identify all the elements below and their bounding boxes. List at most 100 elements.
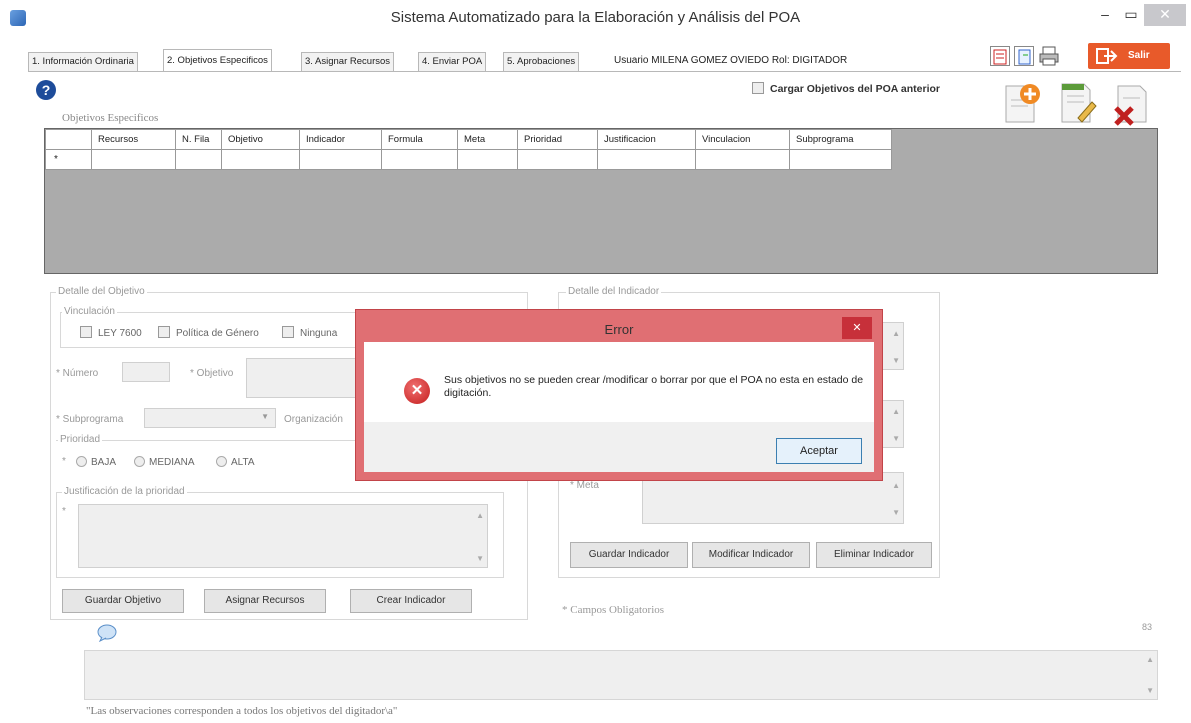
numero-field[interactable] [122,362,170,382]
dialog-title-bar: Error ✕ [364,317,874,342]
numero-label: * Número [56,368,99,379]
title-bar: Sistema Automatizado para la Elaboración… [0,0,1191,40]
grid-cell[interactable] [91,149,176,170]
exit-label: Salir [1128,50,1150,61]
meta-label: * Meta [570,480,599,491]
error-icon: ✕ [404,378,430,404]
minimize-button[interactable]: – [1092,4,1118,26]
subprograma-select[interactable]: ▼ [144,408,276,428]
grid-cell[interactable] [175,149,222,170]
radio-circle[interactable] [216,456,227,467]
scroll-up-icon[interactable]: ▲ [476,511,484,520]
grid-cell[interactable] [517,149,598,170]
radio-alta[interactable]: ALTA [216,456,255,468]
print-icon[interactable] [1038,46,1059,66]
scroll-down-icon[interactable]: ▼ [476,554,484,563]
scroll-down-icon[interactable]: ▼ [892,356,900,365]
save-indicator-button[interactable]: Guardar Indicador [570,542,688,568]
checkbox-box[interactable] [282,326,294,338]
window-close-button[interactable]: ✕ [1144,4,1186,26]
add-document-icon[interactable] [1000,80,1042,126]
observations-textarea[interactable]: ▲ ▼ [84,650,1158,700]
checkbox-box[interactable] [752,82,764,94]
scroll-up-icon[interactable]: ▲ [892,481,900,490]
justificacion-caption: Justificación de la prioridad [62,486,187,497]
error-dialog: Error ✕ ✕ Sus objetivos no se pueden cre… [356,310,882,480]
tab-aprobaciones[interactable]: 5. Aprobaciones [503,52,580,72]
chevron-down-icon: ▼ [261,412,269,421]
load-previous-checkbox[interactable]: Cargar Objetivos del POA anterior [752,82,940,95]
col-header-formula[interactable]: Formula [381,129,458,150]
save-objective-button[interactable]: Guardar Objetivo [62,589,184,613]
export-icon[interactable] [1014,46,1034,66]
observations-note: "Las observaciones corresponden a todos … [86,705,398,717]
report-icon[interactable] [990,46,1010,66]
col-header-meta[interactable]: Meta [457,129,518,150]
col-header-indicador[interactable]: Indicador [299,129,382,150]
comment-icon[interactable] [96,624,118,643]
modify-indicator-button[interactable]: Modificar Indicador [692,542,810,568]
window-title: Sistema Automatizado para la Elaboración… [390,9,801,26]
dialog-close-button[interactable]: ✕ [842,317,872,339]
checkbox-box[interactable] [158,326,170,338]
prioridad-required-mark: * [62,456,66,467]
user-info: Usuario MILENA GOMEZ OVIEDO Rol: DIGITAD… [614,55,848,66]
prioridad-caption: Prioridad [58,434,103,445]
grid-cell[interactable] [381,149,458,170]
check-ley-7600-label: LEY 7600 [98,328,142,339]
radio-circle[interactable] [76,456,87,467]
accept-button[interactable]: Aceptar [776,438,862,464]
grid-cell[interactable] [457,149,518,170]
scroll-down-icon[interactable]: ▼ [892,434,900,443]
radio-circle[interactable] [134,456,145,467]
tab-informacion-ordinaria[interactable]: 1. Información Ordinaria [28,52,138,72]
grid-cell[interactable] [695,149,790,170]
exit-button[interactable]: Salir [1088,43,1170,69]
scroll-down-icon[interactable]: ▼ [1146,686,1154,695]
assign-resources-button[interactable]: Asignar Recursos [204,589,326,613]
checkbox-box[interactable] [80,326,92,338]
scroll-up-icon[interactable]: ▲ [1146,655,1154,664]
scroll-down-icon[interactable]: ▼ [892,508,900,517]
objetivo-field[interactable] [246,358,358,398]
col-header-n-fila[interactable]: N. Fila [175,129,222,150]
col-header-subprograma[interactable]: Subprograma [789,129,892,150]
tab-objetivos-especificos[interactable]: 2. Objetivos Especificos [163,49,272,72]
help-icon[interactable]: ? [36,80,56,100]
delete-document-icon[interactable] [1110,80,1152,126]
grid-cell[interactable] [597,149,696,170]
justificacion-textarea[interactable]: ▲ ▼ [78,504,488,568]
create-indicator-button[interactable]: Crear Indicador [350,589,472,613]
col-header-prioridad[interactable]: Prioridad [517,129,598,150]
radio-mediana[interactable]: MEDIANA [134,456,195,468]
col-header-objetivo[interactable]: Objetivo [221,129,300,150]
maximize-button[interactable]: ▭ [1118,4,1144,26]
check-ley-7600[interactable]: LEY 7600 [80,326,142,339]
check-ninguna-label: Ninguna [300,328,338,339]
tab-enviar-poa[interactable]: 4. Enviar POA [418,52,487,72]
radio-mediana-label: MEDIANA [149,457,195,468]
grid-cell[interactable] [299,149,382,170]
grid-new-row[interactable]: * [45,149,892,170]
check-politica-genero[interactable]: Política de Género [158,326,259,339]
edit-document-icon[interactable] [1056,80,1098,126]
grid-header-row: Recursos N. Fila Objetivo Indicador Form… [45,129,892,150]
objective-detail-caption: Detalle del Objetivo [56,286,147,297]
col-header-recursos[interactable]: Recursos [91,129,176,150]
radio-alta-label: ALTA [231,457,255,468]
scroll-up-icon[interactable]: ▲ [892,329,900,338]
objectives-grid[interactable]: Recursos N. Fila Objetivo Indicador Form… [44,128,1158,274]
radio-baja[interactable]: BAJA [76,456,116,468]
col-header-justificacion[interactable]: Justificacion [597,129,696,150]
tab-asignar-recursos[interactable]: 3. Asignar Recursos [301,52,395,72]
grid-cell[interactable] [221,149,300,170]
grid-cell[interactable] [789,149,892,170]
dialog-title: Error [604,322,634,337]
objectives-table[interactable]: Recursos N. Fila Objetivo Indicador Form… [45,129,892,170]
subprograma-label: * Subprograma [56,414,124,425]
new-row-marker: * [45,149,92,170]
delete-indicator-button[interactable]: Eliminar Indicador [816,542,932,568]
check-ninguna[interactable]: Ninguna [282,326,337,339]
scroll-up-icon[interactable]: ▲ [892,407,900,416]
col-header-vinculacion[interactable]: Vinculacion [695,129,790,150]
